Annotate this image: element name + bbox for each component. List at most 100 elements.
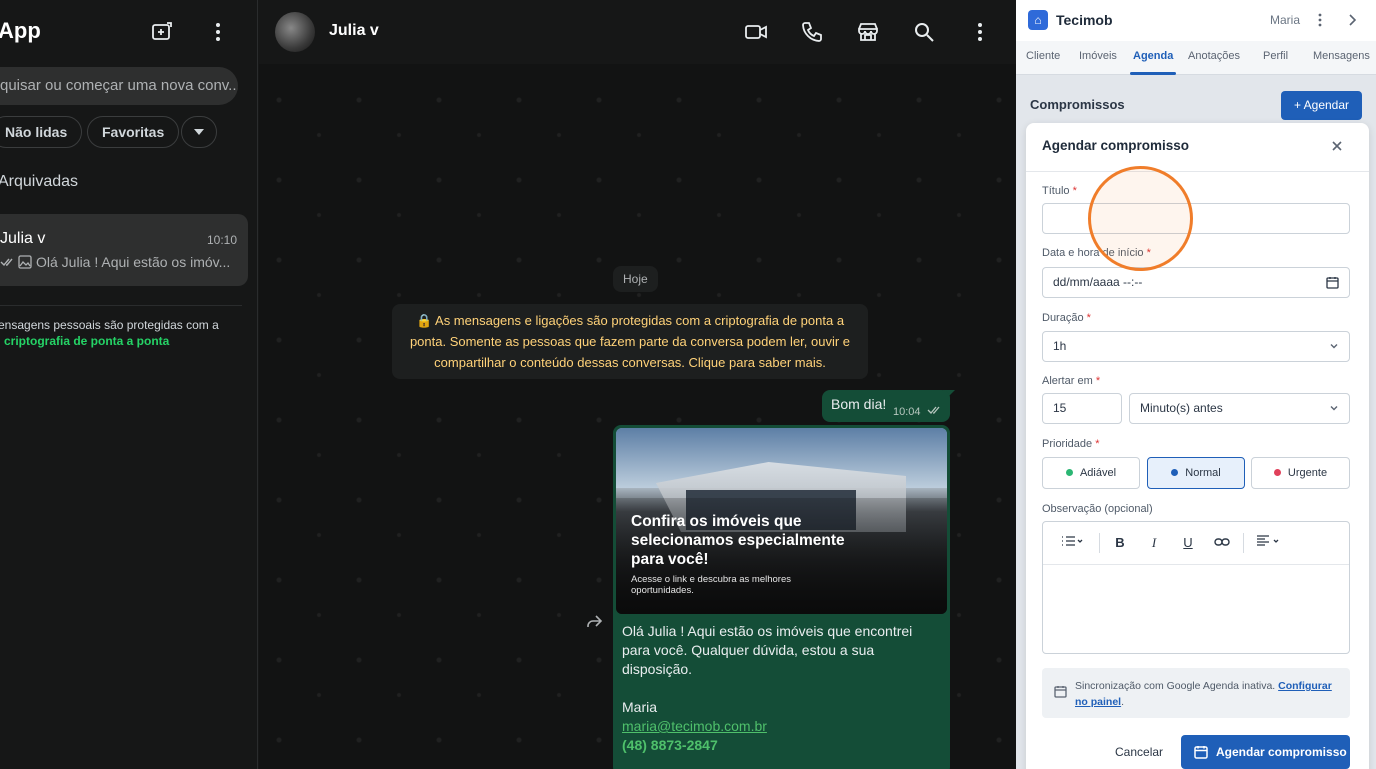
property-promo-image[interactable]: Confira os imóveis que selecionamos espe… (616, 428, 947, 614)
notes-editor[interactable]: B I U (1042, 521, 1350, 654)
day-separator: Hoje (613, 266, 658, 292)
brand-name: Tecimob (1056, 12, 1113, 28)
tab-mensagens[interactable]: Mensagens (1313, 50, 1370, 62)
editor-toolbar: B I U (1043, 522, 1349, 565)
modal-title: Agendar compromisso (1042, 138, 1190, 153)
conversation-header: Julia v (259, 0, 1016, 64)
underline-icon[interactable]: U (1181, 534, 1195, 552)
modal-divider (1026, 171, 1369, 172)
message-signature: Maria (622, 699, 658, 715)
chevron-down-icon (194, 129, 204, 135)
title-input[interactable] (1042, 203, 1350, 234)
search-icon[interactable] (912, 20, 936, 44)
message-time: 10:04 (893, 405, 941, 418)
forward-icon[interactable] (584, 612, 604, 632)
calendar-icon (1194, 746, 1208, 759)
cancel-button[interactable]: Cancelar (1115, 745, 1163, 759)
outgoing-message[interactable]: Bom dia! 10:04 (822, 390, 950, 422)
sync-text: Sincronização com Google Agenda inativa.… (1075, 680, 1332, 708)
duration-label: Duração * (1042, 312, 1091, 324)
notes-label: Observação (opcional) (1042, 503, 1153, 515)
chat-list-item[interactable]: Julia v 10:10 Olá Julia ! Aqui estão os … (0, 214, 248, 286)
menu-dots-icon[interactable] (206, 20, 230, 44)
phone-call-icon[interactable] (800, 20, 824, 44)
image-icon (18, 255, 32, 269)
filter-unread[interactable]: Não lidas (0, 116, 83, 148)
conversation-panel: Julia v Hoje 🔒 As mensagens e ligações s… (259, 0, 1016, 769)
schedule-modal: Agendar compromisso Título * Data e hora… (1026, 123, 1369, 769)
submit-label: Agendar compromisso (1216, 745, 1347, 759)
chat-time: 10:10 (206, 233, 237, 247)
divider (0, 305, 242, 306)
promo-headline: Confira os imóveis que selecionamos espe… (631, 513, 845, 568)
datetime-label: Data e hora de início * (1042, 247, 1151, 259)
tecimob-panel: ⌂ Tecimob Maria Cliente Imóveis Agenda A… (1016, 0, 1376, 769)
add-appointment-button[interactable]: + Agendar (1281, 91, 1362, 120)
chat-list-panel: App quisar ou começar uma nova conv... N… (0, 0, 258, 769)
schedule-appointment-button[interactable]: Agendar compromisso (1181, 735, 1350, 769)
priority-dot (1273, 468, 1281, 476)
encryption-system-message[interactable]: 🔒 As mensagens e ligações são protegidas… (392, 304, 868, 379)
alert-unit-select[interactable]: Minuto(s) antes (1129, 393, 1350, 424)
avatar[interactable] (275, 12, 315, 52)
tab-cliente[interactable]: Cliente (1026, 50, 1060, 62)
calendar-icon[interactable] (1326, 276, 1339, 289)
priority-dot (1065, 468, 1073, 476)
video-call-icon[interactable] (744, 20, 768, 44)
double-check-icon (0, 258, 13, 267)
promo-subline: Acesse o link e descubra as melhores opo… (631, 574, 791, 596)
priority-adiavel-button[interactable]: Adiável (1042, 457, 1140, 489)
catalog-store-icon[interactable] (856, 20, 880, 44)
message-text: Bom dia! (831, 396, 887, 412)
app-title: App (0, 18, 41, 43)
email-link[interactable]: maria@tecimob.com.br (622, 717, 941, 736)
close-icon[interactable] (1330, 139, 1344, 153)
chat-preview: Olá Julia ! Aqui estão os imóv... (0, 254, 240, 270)
chevron-down-icon (1330, 344, 1338, 349)
align-icon[interactable] (1255, 534, 1281, 552)
message-text: Olá Julia ! Aqui estão os imóveis que en… (622, 623, 913, 677)
filter-favorites[interactable]: Favoritas (87, 116, 180, 148)
user-name[interactable]: Maria (1270, 13, 1300, 27)
toolbar-divider (1243, 533, 1244, 553)
chevron-right-icon[interactable] (1344, 12, 1360, 28)
alert-label: Alertar em * (1042, 375, 1101, 387)
active-tab-indicator (1130, 72, 1176, 75)
filter-more-button[interactable] (181, 116, 217, 148)
calendar-icon (1054, 685, 1067, 698)
section-title: Compromissos (1030, 97, 1125, 112)
phone-link[interactable]: (48) 8873-2847 (622, 736, 941, 755)
panel-header: ⌂ Tecimob Maria (1016, 0, 1376, 41)
encryption-text: ensagens pessoais são protegidas com a (0, 318, 219, 332)
tab-agenda[interactable]: Agenda (1133, 50, 1173, 62)
tab-anotacoes[interactable]: Anotações (1188, 50, 1240, 62)
encryption-note: ensagens pessoais são protegidas com a c… (0, 317, 248, 349)
priority-normal-button[interactable]: Normal (1147, 457, 1245, 489)
chat-contact-name: Julia v (0, 230, 46, 247)
new-chat-icon[interactable] (150, 20, 174, 44)
message-body: Olá Julia ! Aqui estão os imóveis que en… (616, 614, 947, 755)
search-input[interactable]: quisar ou começar uma nova conv... (0, 67, 238, 105)
list-icon[interactable] (1059, 534, 1085, 552)
title-label: Título * (1042, 185, 1077, 197)
alert-quantity-input[interactable]: 15 (1042, 393, 1122, 424)
italic-icon[interactable]: I (1147, 534, 1161, 552)
datetime-input[interactable]: dd/mm/aaaa --:-- (1042, 267, 1350, 298)
link-icon[interactable] (1213, 534, 1231, 552)
encryption-link[interactable]: criptografia de ponta a ponta (0, 333, 248, 349)
menu-dots-icon[interactable] (968, 20, 992, 44)
priority-label: Prioridade * (1042, 438, 1100, 450)
archived-label[interactable]: Arquivadas (0, 173, 78, 191)
tab-perfil[interactable]: Perfil (1263, 50, 1288, 62)
chat-preview-text: Olá Julia ! Aqui estão os imóv... (36, 254, 231, 270)
tab-imoveis[interactable]: Imóveis (1079, 50, 1117, 62)
priority-urgente-button[interactable]: Urgente (1251, 457, 1350, 489)
chevron-down-icon (1330, 406, 1338, 411)
bold-icon[interactable]: B (1113, 534, 1127, 552)
outgoing-message-with-image[interactable]: Confira os imóveis que selecionamos espe… (613, 425, 950, 769)
screen: App quisar ou começar uma nova conv... N… (0, 0, 1376, 769)
duration-select[interactable]: 1h (1042, 331, 1350, 362)
menu-dots-icon[interactable] (1312, 12, 1328, 28)
contact-name[interactable]: Julia v (329, 22, 379, 40)
double-check-icon (927, 406, 940, 414)
